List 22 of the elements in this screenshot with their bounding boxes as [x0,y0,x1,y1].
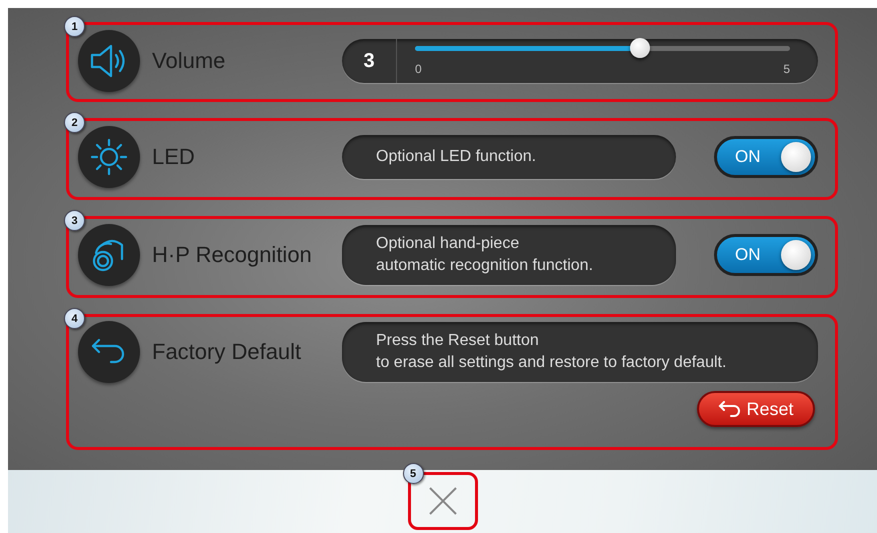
toggle-switch[interactable]: ON [714,136,818,178]
callout-number: 4 [64,308,85,329]
callout-number: 2 [64,112,85,133]
sun-icon [89,137,129,177]
slider-max-label: 5 [783,62,790,76]
callout-number: 1 [64,16,85,37]
callout-number: 5 [402,463,424,484]
description-text: Optional hand-piece automatic recognition function. [375,234,594,276]
volume-value: 3 [342,39,397,83]
back-arrow-icon [718,401,742,417]
setting-label: LED [152,144,196,170]
setting-label: Factory Default [152,339,302,365]
description-text: Optional LED function. [375,147,538,167]
setting-label: H·P Recognition [152,242,313,268]
slider-thumb[interactable] [630,38,650,58]
callout-number: 3 [64,210,85,231]
slider-min-label: 0 [415,62,422,76]
close-icon [426,485,458,517]
reset-button[interactable]: Reset [697,391,815,427]
description-text: Press the Reset button to erase all settings and restore to factory default. [375,331,728,373]
toggle-switch[interactable]: ON [714,234,818,276]
setting-label: Volume [152,48,226,74]
